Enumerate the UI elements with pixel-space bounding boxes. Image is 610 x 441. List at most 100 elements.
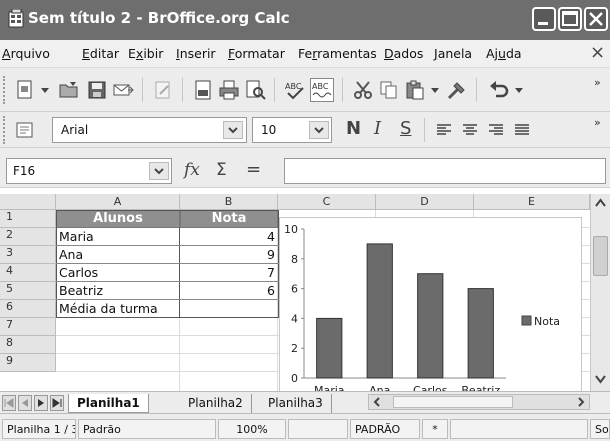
sheet-tab-planilha3[interactable]: Planilha3: [260, 394, 332, 413]
maximize-button[interactable]: [558, 7, 582, 31]
chevron-down-icon[interactable]: [40, 87, 50, 95]
row-header-9[interactable]: 9: [0, 354, 56, 372]
autospellcheck-icon[interactable]: ABC: [310, 78, 334, 102]
column-header-c[interactable]: C: [278, 194, 376, 210]
menu-dados[interactable]: Dados: [384, 46, 423, 61]
justify-icon[interactable]: [514, 123, 530, 137]
chevron-down-icon[interactable]: [430, 87, 440, 95]
styles-icon[interactable]: [14, 119, 36, 141]
menu-editar[interactable]: Editar: [82, 46, 119, 61]
row-header-6[interactable]: 6: [0, 300, 56, 318]
email-icon[interactable]: [112, 79, 134, 101]
cell-b3[interactable]: 9: [180, 247, 278, 263]
open-folder-icon[interactable]: [58, 79, 80, 101]
horizontal-scroll-thumb[interactable]: [393, 396, 513, 408]
cell-a5[interactable]: Beatriz: [56, 283, 179, 299]
row-header-8[interactable]: 8: [0, 336, 56, 354]
cell-a2[interactable]: Maria: [56, 229, 179, 245]
column-header-b[interactable]: B: [180, 194, 278, 210]
sheet-tab-planilha1[interactable]: Planilha1: [68, 394, 149, 413]
menu-ajuda[interactable]: Ajuda: [486, 46, 522, 61]
font-size-dropdown-button[interactable]: [309, 121, 329, 139]
name-box[interactable]: F16: [6, 158, 172, 184]
chevron-down-icon[interactable]: [514, 87, 524, 95]
align-left-icon[interactable]: [436, 123, 452, 137]
row-header-4[interactable]: 4: [0, 264, 56, 282]
paste-icon[interactable]: [404, 79, 426, 101]
bar-maria[interactable]: [316, 317, 343, 379]
scroll-down-icon[interactable]: [593, 372, 608, 386]
spreadsheet-grid[interactable]: A B C D E 1 2 3 4 5 6 7 8 9 Alunos Nota …: [0, 194, 590, 394]
row-header-3[interactable]: 3: [0, 246, 56, 264]
bar-beatriz[interactable]: [467, 288, 494, 379]
column-header-a[interactable]: A: [56, 194, 180, 210]
menu-inserir[interactable]: Inserir: [176, 46, 216, 61]
formula-input[interactable]: [284, 158, 606, 184]
edit-file-icon[interactable]: [152, 79, 174, 101]
column-header-d[interactable]: D: [376, 194, 474, 210]
row-header-2[interactable]: 2: [0, 228, 56, 246]
new-document-icon[interactable]: [14, 79, 36, 101]
scroll-up-icon[interactable]: [593, 196, 608, 210]
menu-arquivo[interactable]: Arquivo: [2, 46, 50, 61]
function-wizard-icon[interactable]: fx: [184, 160, 200, 180]
copy-icon[interactable]: [378, 79, 400, 101]
toolbar-overflow-icon[interactable]: »: [594, 116, 601, 129]
menu-exibir[interactable]: Exibir: [128, 46, 163, 61]
title-bar[interactable]: Sem título 2 - BrOffice.org Calc: [0, 0, 610, 40]
bar-ana[interactable]: [366, 243, 393, 379]
scroll-left-icon[interactable]: [371, 396, 383, 408]
underline-button[interactable]: S: [400, 118, 411, 139]
scroll-right-icon[interactable]: [575, 396, 587, 408]
next-sheet-button[interactable]: [34, 395, 48, 411]
italic-button[interactable]: I: [374, 118, 381, 139]
sum-icon[interactable]: Σ: [216, 160, 227, 180]
cell-a1[interactable]: Alunos: [56, 210, 180, 228]
row-header-1[interactable]: 1: [0, 210, 56, 228]
bar-carlos[interactable]: [417, 273, 444, 379]
align-right-icon[interactable]: [488, 123, 504, 137]
last-sheet-button[interactable]: [50, 395, 64, 411]
close-button[interactable]: [584, 7, 608, 31]
sheet-tab-planilha2[interactable]: Planilha2: [180, 394, 252, 413]
menu-formatar[interactable]: Formatar: [228, 46, 285, 61]
export-pdf-icon[interactable]: [192, 79, 214, 101]
cell-b4[interactable]: 7: [180, 265, 278, 281]
toolbar-grip[interactable]: [3, 76, 7, 104]
name-box-dropdown[interactable]: [149, 162, 169, 180]
font-name-combobox[interactable]: Arial: [52, 117, 247, 143]
status-zoom[interactable]: 100%: [218, 419, 286, 439]
menu-janela[interactable]: Janela: [434, 46, 472, 61]
bar-chart[interactable]: 0 2 4 6 8 10 Maria Ana Carlos Beatriz Nota: [279, 217, 582, 394]
horizontal-scrollbar[interactable]: [368, 394, 590, 410]
cell-a6[interactable]: Média da turma: [56, 301, 179, 317]
status-page-style[interactable]: Padrão: [78, 419, 216, 439]
vertical-scroll-thumb[interactable]: [593, 236, 608, 276]
print-preview-icon[interactable]: [244, 79, 266, 101]
spellcheck-icon[interactable]: ABC: [284, 79, 306, 101]
clone-formatting-icon[interactable]: [446, 79, 468, 101]
save-icon[interactable]: [86, 79, 108, 101]
previous-sheet-button[interactable]: [18, 395, 32, 411]
toolbar-grip[interactable]: [3, 116, 7, 144]
bold-button[interactable]: N: [346, 118, 361, 139]
undo-icon[interactable]: [488, 79, 510, 101]
column-header-e[interactable]: E: [474, 194, 590, 210]
status-selection-mode[interactable]: PADRÃO: [350, 419, 420, 439]
menu-ferramentas[interactable]: Ferramentas: [298, 46, 377, 61]
select-all-corner[interactable]: [0, 194, 56, 210]
first-sheet-button[interactable]: [2, 395, 16, 411]
function-icon[interactable]: =: [246, 159, 261, 180]
cell-b2[interactable]: 4: [180, 229, 278, 245]
close-document-icon[interactable]: ×: [590, 42, 605, 63]
row-header-7[interactable]: 7: [0, 318, 56, 336]
cell-a3[interactable]: Ana: [56, 247, 179, 263]
font-size-combobox[interactable]: 10: [252, 117, 332, 143]
row-header-5[interactable]: 5: [0, 282, 56, 300]
align-center-icon[interactable]: [462, 123, 478, 137]
print-icon[interactable]: [218, 79, 240, 101]
cell-a4[interactable]: Carlos: [56, 265, 179, 281]
cell-b1[interactable]: Nota: [180, 210, 278, 228]
cell-b5[interactable]: 6: [180, 283, 278, 299]
minimize-button[interactable]: [532, 7, 556, 31]
